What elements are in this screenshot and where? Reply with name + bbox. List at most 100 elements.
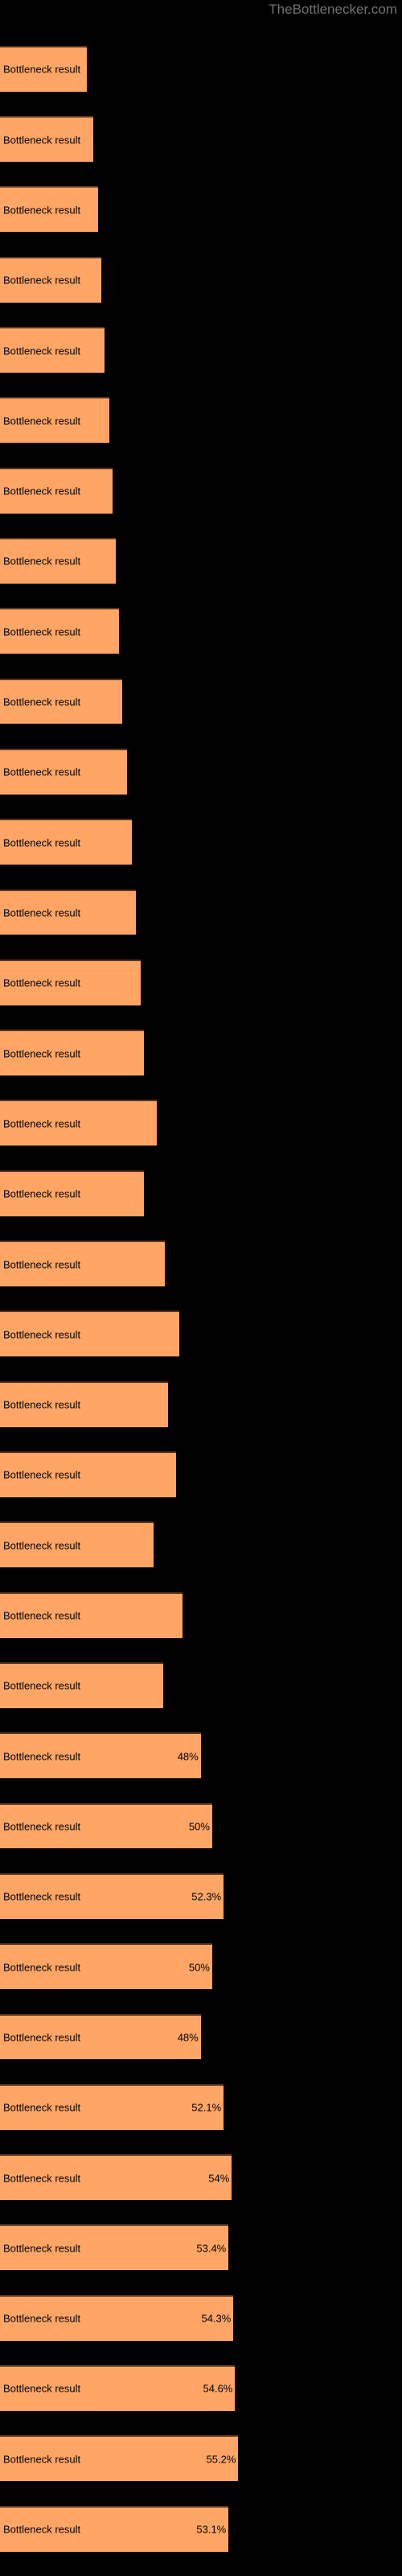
bar-row: Bottleneck result <box>0 45 87 92</box>
bar-label: Bottleneck result <box>3 906 81 919</box>
bar-label: Bottleneck result <box>3 1258 81 1271</box>
bar-row: Bottleneck result <box>0 1311 180 1357</box>
bar-label: Bottleneck result <box>3 976 81 989</box>
bar: Bottleneck result <box>0 1030 144 1076</box>
bar-row: Bottleneck result <box>0 959 141 1005</box>
bar-label: Bottleneck result <box>3 625 81 638</box>
bar-label: Bottleneck result <box>3 204 81 217</box>
bar: Bottleneck result <box>0 819 133 865</box>
bar: Bottleneck result 53.4% <box>0 2224 229 2271</box>
bar: Bottleneck result 52.3% <box>0 1872 224 1919</box>
bar-label: Bottleneck result <box>3 485 81 497</box>
bar-row: Bottleneck result <box>0 327 105 373</box>
bar: Bottleneck result <box>0 1591 183 1638</box>
bar-label: Bottleneck result <box>3 2031 81 2044</box>
bar-label: Bottleneck result <box>3 1398 81 1411</box>
bar-row: Bottleneck result <box>0 608 120 654</box>
bar-row: Bottleneck result <box>0 1170 144 1216</box>
bar-row: Bottleneck result <box>0 819 133 865</box>
bar: Bottleneck result 48% <box>0 1732 201 1779</box>
bar: Bottleneck result 53.1% <box>0 2505 229 2552</box>
bar-row: Bottleneck result 50% <box>0 1802 212 1849</box>
site-watermark: TheBottlenecker.com <box>269 2 397 17</box>
bar-value: 50% <box>188 1820 210 1833</box>
bar: Bottleneck result <box>0 538 117 584</box>
bar: Bottleneck result <box>0 186 98 233</box>
bar-label: Bottleneck result <box>3 134 81 147</box>
bar-label: Bottleneck result <box>3 696 81 708</box>
bar-row: Bottleneck result 54.3% <box>0 2294 234 2341</box>
bar-row: Bottleneck result 52.1% <box>0 2083 224 2130</box>
bar: Bottleneck result <box>0 608 120 654</box>
bar-label: Bottleneck result <box>3 2453 81 2466</box>
bar-label: Bottleneck result <box>3 415 81 427</box>
bar: Bottleneck result 54% <box>0 2154 232 2200</box>
bar-row: Bottleneck result <box>0 1100 157 1146</box>
bar-value: 54% <box>208 2172 230 2185</box>
bar: Bottleneck result 52.1% <box>0 2083 224 2130</box>
bar-row: Bottleneck result <box>0 889 136 935</box>
bar: Bottleneck result 54.6% <box>0 2365 236 2411</box>
bar-label: Bottleneck result <box>3 63 81 76</box>
bar: Bottleneck result <box>0 748 128 795</box>
bar: Bottleneck result <box>0 889 136 935</box>
bar-value: 54.6% <box>203 2382 233 2395</box>
bar-label: Bottleneck result <box>3 2101 81 2114</box>
bar-row: Bottleneck result <box>0 116 93 162</box>
bar-label: Bottleneck result <box>3 1117 81 1130</box>
bar: Bottleneck result <box>0 1662 164 1708</box>
bar-label: Bottleneck result <box>3 274 81 287</box>
bar-row: Bottleneck result <box>0 1030 144 1076</box>
bar-value: 48% <box>177 2031 199 2044</box>
bar-row: Bottleneck result <box>0 678 123 724</box>
bar-label: Bottleneck result <box>3 1750 81 1763</box>
bar: Bottleneck result <box>0 678 123 724</box>
bar-label: Bottleneck result <box>3 2172 81 2185</box>
bar-row: Bottleneck result <box>0 1521 154 1568</box>
bar-label: Bottleneck result <box>3 2382 81 2395</box>
bar: Bottleneck result <box>0 116 93 162</box>
bar-label: Bottleneck result <box>3 1468 81 1481</box>
bar-label: Bottleneck result <box>3 1328 81 1341</box>
bar-row: Bottleneck result <box>0 1241 166 1286</box>
bar: Bottleneck result <box>0 1170 144 1216</box>
bar-value: 52.1% <box>191 2101 222 2114</box>
bar: Bottleneck result <box>0 959 141 1005</box>
bar-label: Bottleneck result <box>3 1539 81 1552</box>
bar-label: Bottleneck result <box>3 1187 81 1200</box>
bar-label: Bottleneck result <box>3 1047 81 1060</box>
bar-value: 55.2% <box>206 2453 236 2466</box>
bar-label: Bottleneck result <box>3 1609 81 1622</box>
bar: Bottleneck result <box>0 256 101 303</box>
bar-row: Bottleneck result <box>0 538 117 584</box>
bar-row: Bottleneck result 52.3% <box>0 1872 224 1919</box>
bar-label: Bottleneck result <box>3 345 81 357</box>
bar: Bottleneck result 50% <box>0 1802 212 1849</box>
bar-row: Bottleneck result <box>0 467 113 514</box>
bar-row: Bottleneck result <box>0 397 110 444</box>
bar-row: Bottleneck result <box>0 256 101 303</box>
bar: Bottleneck result <box>0 1451 177 1497</box>
bar-row: Bottleneck result <box>0 1451 177 1497</box>
bar: Bottleneck result <box>0 1241 166 1286</box>
bar-row: Bottleneck result 48% <box>0 2013 201 2060</box>
bar: Bottleneck result 55.2% <box>0 2435 239 2482</box>
bar: Bottleneck result <box>0 45 87 92</box>
bar-row: Bottleneck result <box>0 748 128 795</box>
bar-row: Bottleneck result 55.2% <box>0 2435 239 2482</box>
bar-label: Bottleneck result <box>3 1820 81 1833</box>
bar-row: Bottleneck result 50% <box>0 1943 212 1990</box>
bar-label: Bottleneck result <box>3 555 81 568</box>
bar-row: Bottleneck result <box>0 1381 169 1427</box>
bar-label: Bottleneck result <box>3 1679 81 1692</box>
bar-value: 52.3% <box>191 1890 222 1903</box>
bar-row: Bottleneck result <box>0 1591 183 1638</box>
bar-value: 50% <box>188 1961 210 1974</box>
bar: Bottleneck result 50% <box>0 1943 212 1990</box>
bar-value: 53.1% <box>196 2523 227 2536</box>
bar-label: Bottleneck result <box>3 2242 81 2255</box>
bar-row: Bottleneck result 53.1% <box>0 2505 229 2552</box>
bar-label: Bottleneck result <box>3 1890 81 1903</box>
bar: Bottleneck result <box>0 1100 157 1146</box>
bar-row: Bottleneck result <box>0 1662 164 1708</box>
